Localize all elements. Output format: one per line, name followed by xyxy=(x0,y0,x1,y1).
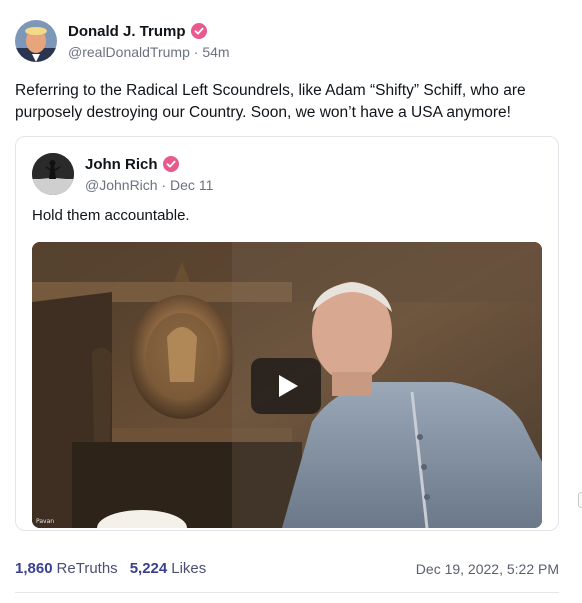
quoted-author-handle[interactable]: @JohnRich xyxy=(85,177,158,193)
video-player[interactable]: Pavan xyxy=(32,242,542,528)
quoted-post-text: Hold them accountable. xyxy=(32,207,190,224)
quoted-post-header: John Rich @JohnRich · Dec 11 xyxy=(32,153,213,195)
author-meta: @realDonaldTrump · 54m xyxy=(68,44,230,60)
quoted-author-display-name[interactable]: John Rich xyxy=(85,156,158,173)
verified-badge-icon xyxy=(190,23,207,39)
divider xyxy=(15,592,559,593)
author-avatar[interactable] xyxy=(15,20,57,62)
quoted-author-names: John Rich @JohnRich · Dec 11 xyxy=(85,156,213,193)
verified-badge-icon xyxy=(162,156,179,172)
video-watermark: Pavan xyxy=(36,518,55,525)
play-button[interactable] xyxy=(251,358,321,414)
quoted-author-name-row: John Rich xyxy=(85,156,213,173)
post-timestamp: Dec 19, 2022, 5:22 PM xyxy=(415,560,559,577)
play-icon xyxy=(279,375,298,397)
likes-stat[interactable]: 5,224 Likes xyxy=(130,560,207,577)
author-avatar-image xyxy=(15,20,57,62)
retruths-label: ReTruths xyxy=(56,560,118,577)
post-time-ago[interactable]: 54m xyxy=(202,44,229,60)
likes-count: 5,224 xyxy=(129,560,168,577)
author-display-name[interactable]: Donald J. Trump xyxy=(68,23,186,40)
post-text: Referring to the Radical Left Scoundrels… xyxy=(15,82,526,121)
quoted-post[interactable]: John Rich @JohnRich · Dec 11 Hold them a… xyxy=(15,136,559,531)
meta-separator: · xyxy=(161,176,171,193)
post-stats: 1,860 ReTruths 5,224 Likes Dec 19, 2022,… xyxy=(15,560,559,577)
retruths-stat[interactable]: 1,860 ReTruths xyxy=(15,560,118,577)
quoted-author-avatar-image xyxy=(32,153,74,195)
retruths-count: 1,860 xyxy=(15,560,53,577)
quoted-author-meta: @JohnRich · Dec 11 xyxy=(85,177,213,193)
author-names: Donald J. Trump @realDonaldTrump · 54m xyxy=(68,23,230,60)
post-header: Donald J. Trump @realDonaldTrump · 54m xyxy=(15,18,230,64)
quoted-author-avatar[interactable] xyxy=(32,153,74,195)
author-handle[interactable]: @realDonaldTrump xyxy=(68,44,190,60)
likes-label: Likes xyxy=(171,560,207,577)
author-name-row: Donald J. Trump xyxy=(68,23,230,40)
quoted-post-date[interactable]: Dec 11 xyxy=(170,177,213,193)
truth-post: Donald J. Trump @realDonaldTrump · 54m R… xyxy=(0,0,582,603)
scrollbar-handle[interactable] xyxy=(578,492,582,508)
